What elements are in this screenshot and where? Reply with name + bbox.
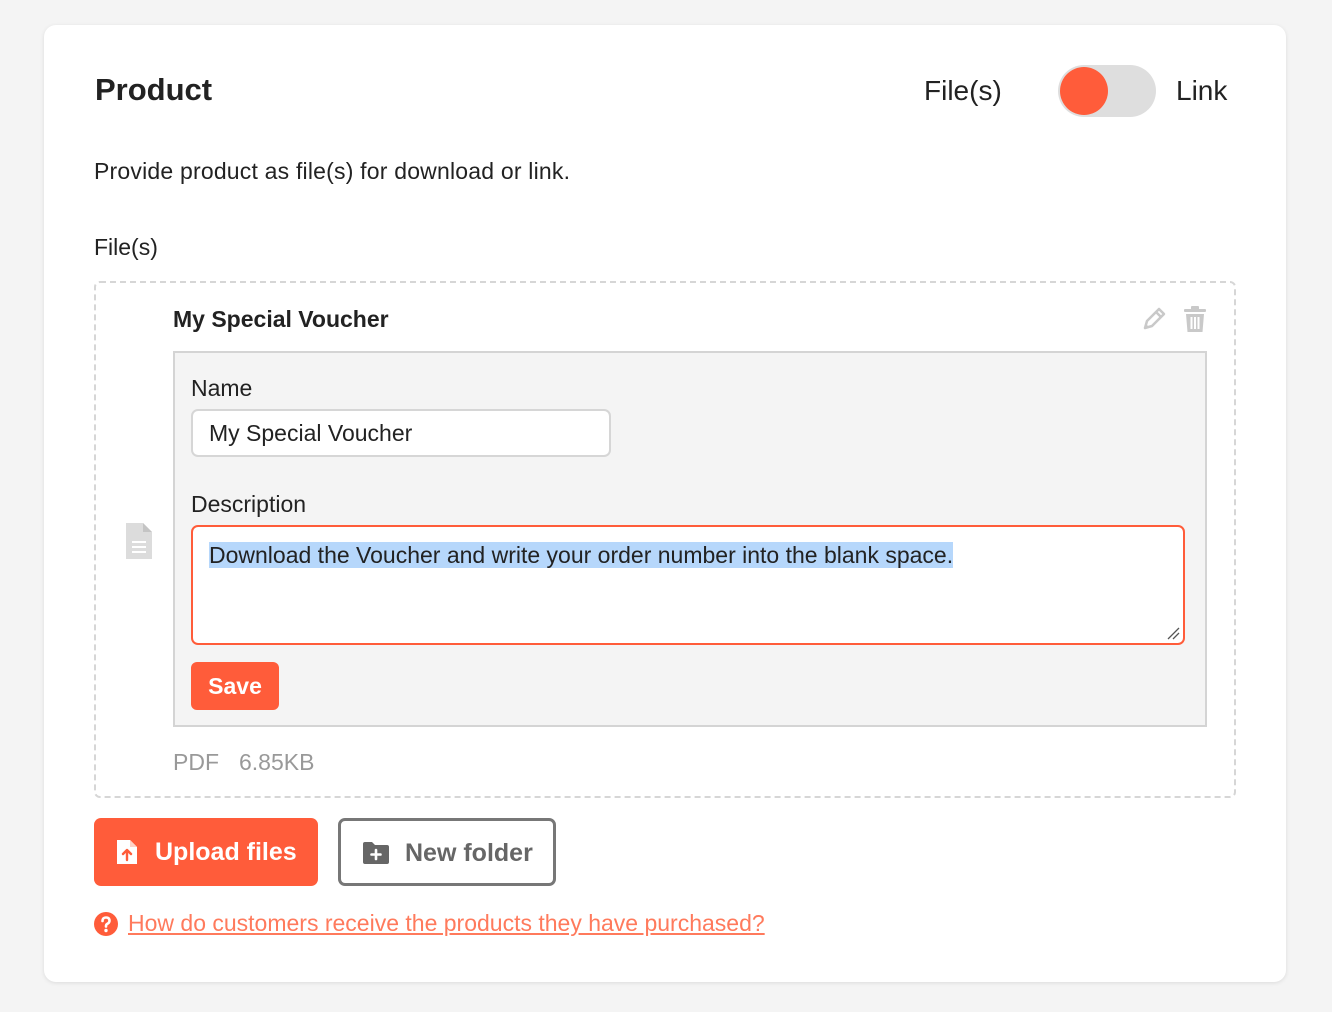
document-icon [126,523,152,559]
toggle-label-files[interactable]: File(s) [924,75,1002,107]
pencil-icon[interactable] [1140,305,1168,333]
file-edit-panel: Name Description Download the Voucher an… [173,351,1207,727]
save-button[interactable]: Save [191,662,279,710]
trash-icon[interactable] [1182,305,1208,333]
help-link[interactable]: How do customers receive the products th… [128,910,765,937]
files-link-toggle[interactable] [1058,65,1156,117]
product-card: Product File(s) Link Provide product as … [44,25,1286,982]
file-upload-icon [117,840,137,864]
new-folder-label: New folder [405,839,533,867]
name-label: Name [191,375,253,401]
files-label: File(s) [94,234,158,260]
description-text: Download the Voucher and write your orde… [209,542,954,568]
page-title: Product [95,72,213,107]
file-type: PDF [173,749,219,775]
file-title: My Special Voucher [173,306,389,332]
section-description: Provide product as file(s) for download … [94,158,571,184]
resize-grip-icon[interactable] [1166,626,1180,640]
toggle-knob [1060,67,1108,115]
folder-plus-icon [363,842,389,864]
new-folder-button[interactable]: New folder [338,818,556,886]
description-label: Description [191,491,307,517]
toggle-label-link[interactable]: Link [1176,75,1227,107]
name-input[interactable] [191,409,611,457]
file-dropzone[interactable]: My Special Voucher Name Description Down… [94,281,1236,798]
upload-files-button[interactable]: Upload files [94,818,318,886]
question-circle-icon [94,912,118,936]
file-size: 6.85KB [239,749,315,775]
upload-files-label: Upload files [155,838,297,866]
description-textarea[interactable]: Download the Voucher and write your orde… [191,525,1185,645]
file-meta: PDF 6.85KB [173,749,314,776]
